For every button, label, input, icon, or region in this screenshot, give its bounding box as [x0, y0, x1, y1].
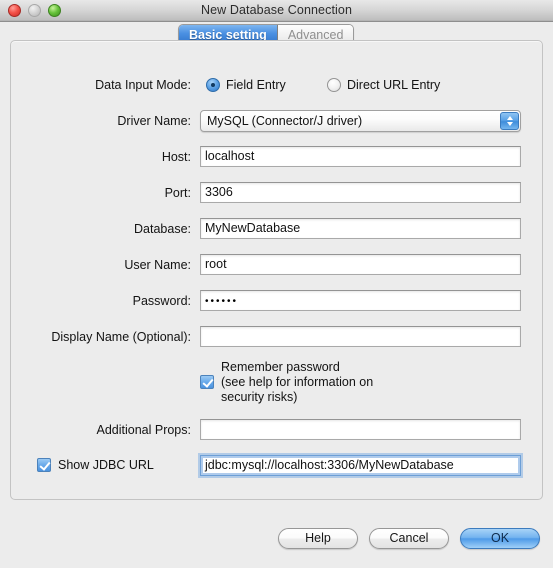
row-display-name: Display Name (Optional):: [11, 326, 544, 348]
show-jdbc-url-checkbox[interactable]: [37, 458, 51, 472]
row-driver-name: Driver Name: MySQL (Connector/J driver): [11, 110, 544, 132]
dialog-button-bar: Help Cancel OK: [0, 528, 553, 558]
row-port: Port: 3306: [11, 182, 544, 204]
data-input-mode-label: Data Input Mode:: [95, 78, 191, 92]
host-input[interactable]: localhost: [200, 146, 521, 167]
additional-props-label: Additional Props:: [96, 423, 191, 437]
ok-button[interactable]: OK: [460, 528, 540, 549]
display-name-label: Display Name (Optional):: [51, 330, 191, 344]
new-database-connection-dialog: New Database Connection Basic setting Ad…: [0, 0, 553, 568]
jdbc-url-input[interactable]: jdbc:mysql://localhost:3306/MyNewDatabas…: [200, 455, 521, 476]
remember-password-checkbox-row[interactable]: Remember password (see help for informat…: [200, 360, 373, 405]
radio-field-entry[interactable]: Field Entry: [206, 74, 286, 96]
remember-password-line1: Remember password: [221, 360, 340, 374]
row-database: Database: MyNewDatabase: [11, 218, 544, 240]
row-user-name: User Name: root: [11, 254, 544, 276]
row-additional-props: Additional Props:: [11, 419, 544, 441]
password-masked-value: ••••••: [205, 296, 239, 307]
remember-password-checkbox[interactable]: [200, 375, 214, 389]
password-label: Password:: [132, 294, 191, 308]
display-name-input[interactable]: [200, 326, 521, 347]
user-name-label: User Name:: [124, 258, 191, 272]
row-show-jdbc-url: Show JDBC URL jdbc:mysql://localhost:330…: [11, 455, 544, 477]
help-button[interactable]: Help: [278, 528, 358, 549]
port-input[interactable]: 3306: [200, 182, 521, 203]
combobox-stepper-icon[interactable]: [500, 112, 519, 130]
host-label: Host:: [161, 150, 191, 164]
user-name-input[interactable]: root: [200, 254, 521, 275]
show-jdbc-url-checkbox-row[interactable]: Show JDBC URL: [37, 458, 154, 472]
remember-password-line3: security risks): [221, 390, 298, 404]
driver-name-combobox[interactable]: MySQL (Connector/J driver): [200, 110, 521, 132]
radio-selected-icon: [206, 78, 220, 92]
database-input[interactable]: MyNewDatabase: [200, 218, 521, 239]
window-titlebar: New Database Connection: [0, 0, 553, 22]
radio-direct-url-entry-label: Direct URL Entry: [347, 78, 441, 92]
remember-password-label: Remember password (see help for informat…: [221, 360, 373, 405]
remember-password-line2: (see help for information on: [221, 375, 374, 389]
row-password: Password: ••••••: [11, 290, 544, 312]
driver-name-label: Driver Name:: [117, 114, 191, 128]
radio-field-entry-label: Field Entry: [226, 78, 286, 92]
cancel-button[interactable]: Cancel: [369, 528, 449, 549]
row-data-input-mode: Data Input Mode: Field Entry Direct URL …: [11, 74, 544, 96]
database-label: Database:: [134, 222, 191, 236]
port-label: Port:: [164, 186, 191, 200]
additional-props-input[interactable]: [200, 419, 521, 440]
row-host: Host: localhost: [11, 146, 544, 168]
show-jdbc-url-label: Show JDBC URL: [58, 458, 154, 472]
driver-name-value: MySQL (Connector/J driver): [207, 114, 363, 128]
radio-unselected-icon: [327, 78, 341, 92]
settings-panel: Data Input Mode: Field Entry Direct URL …: [10, 40, 543, 500]
radio-direct-url-entry[interactable]: Direct URL Entry: [327, 74, 440, 96]
password-input[interactable]: ••••••: [200, 290, 521, 311]
window-title: New Database Connection: [201, 3, 352, 17]
